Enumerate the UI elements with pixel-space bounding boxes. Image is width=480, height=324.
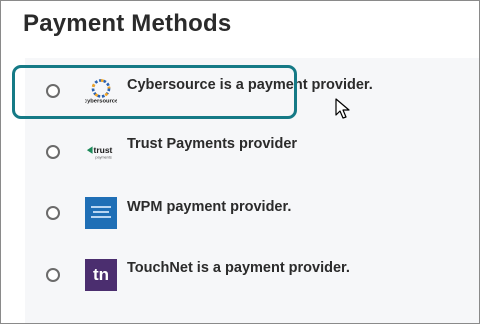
payment-methods-window: Payment Methods cybersource Cybersource … — [0, 0, 480, 324]
page-title: Payment Methods — [23, 10, 232, 37]
touchnet-logo: tn — [85, 259, 117, 291]
radio-wpm[interactable] — [46, 206, 60, 220]
payment-option-touchnet[interactable]: tn TouchNet is a payment provider. — [25, 246, 479, 306]
trust-payments-logo: trust payments — [85, 136, 119, 168]
payment-option-trust-payments[interactable]: trust payments Trust Payments provider — [25, 124, 479, 184]
trust-logo-text: trust — [94, 145, 113, 155]
touchnet-logo-text: tn — [92, 265, 110, 284]
mouse-pointer-icon — [335, 98, 350, 119]
option-label-trust-payments: Trust Payments provider — [127, 136, 298, 152]
wpm-logo — [85, 197, 117, 229]
payment-option-wpm[interactable]: WPM payment provider. — [25, 185, 479, 245]
option-label-wpm: WPM payment provider. — [127, 199, 292, 215]
radio-touchnet[interactable] — [46, 268, 60, 282]
radio-trust-payments[interactable] — [46, 145, 60, 159]
trust-logo-subtext: payments — [95, 156, 111, 160]
focus-ring — [12, 65, 297, 119]
option-label-touchnet: TouchNet is a payment provider. — [127, 260, 350, 276]
